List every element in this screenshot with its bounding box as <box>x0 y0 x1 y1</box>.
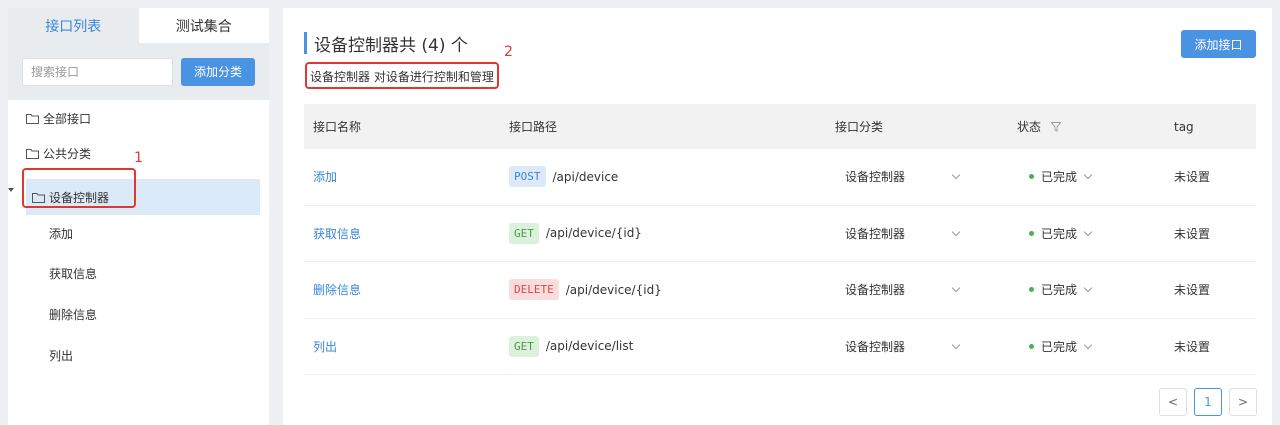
sidebar: 接口列表 测试集合 添加分类 全部接口 公共分类 设备控制器 添加 获取信息 删… <box>8 8 269 425</box>
annotation-box-1 <box>22 168 136 208</box>
method-badge: GET <box>509 222 539 244</box>
page-button-current[interactable]: 1 <box>1194 388 1222 416</box>
tag-value: 未设置 <box>1174 170 1211 185</box>
chevron-down-icon <box>1083 227 1093 236</box>
status-value: 已完成 <box>1041 170 1078 185</box>
tree-leaf-list[interactable]: 列出 <box>49 343 73 367</box>
add-category-button[interactable]: 添加分类 <box>181 57 255 86</box>
chevron-down-icon <box>951 284 961 293</box>
table-row: 删除信息 DELETE /api/device/{id} 设备控制器 已完成 未… <box>304 262 1256 319</box>
status-value: 已完成 <box>1041 226 1078 241</box>
sidebar-tabs: 接口列表 测试集合 <box>8 8 269 43</box>
column-header-category: 接口分类 <box>835 120 884 134</box>
tag-value: 未设置 <box>1174 339 1211 354</box>
status-dot-icon <box>1029 287 1034 293</box>
tree-node-label: 全部接口 <box>43 111 92 126</box>
next-page-button[interactable]: > <box>1229 388 1257 416</box>
status-value: 已完成 <box>1041 339 1078 354</box>
annotation-number-1: 1 <box>134 150 143 166</box>
api-name-link[interactable]: 添加 <box>313 170 337 184</box>
category-select[interactable]: 设备控制器 <box>826 225 1008 242</box>
category-select[interactable]: 设备控制器 <box>826 168 1008 185</box>
status-select[interactable]: 已完成 <box>1008 225 1165 242</box>
chevron-down-icon <box>1083 340 1093 349</box>
chevron-down-icon <box>951 340 961 349</box>
chevron-down-icon <box>1083 284 1093 293</box>
api-name-link[interactable]: 获取信息 <box>313 227 361 241</box>
method-badge: POST <box>509 166 546 188</box>
tree-node-label: 公共分类 <box>43 146 92 161</box>
column-header-name: 接口名称 <box>313 120 362 134</box>
status-value: 已完成 <box>1041 283 1078 298</box>
folder-icon <box>26 113 39 124</box>
category-select[interactable]: 设备控制器 <box>826 338 1008 355</box>
tab-test-collection[interactable]: 测试集合 <box>138 8 269 43</box>
column-header-status-label: 状态 <box>1017 120 1042 134</box>
tag-value: 未设置 <box>1174 226 1211 241</box>
tree-node-public[interactable]: 公共分类 <box>26 135 91 171</box>
api-name-link[interactable]: 列出 <box>313 340 337 354</box>
api-table: 接口名称 接口路径 接口分类 状态 tag 添加 POST /api/devic… <box>304 104 1256 375</box>
status-select[interactable]: 已完成 <box>1008 168 1165 185</box>
column-header-status: 状态 <box>1008 118 1165 135</box>
status-dot-icon <box>1029 230 1034 236</box>
category-select-value: 设备控制器 <box>845 170 906 185</box>
category-select-value: 设备控制器 <box>845 226 906 241</box>
column-header-path: 接口路径 <box>509 120 558 134</box>
column-header-tag: tag <box>1174 119 1194 134</box>
table-row: 添加 POST /api/device 设备控制器 已完成 未设置 <box>304 149 1256 206</box>
annotation-box-2 <box>305 62 499 89</box>
page-title: 设备控制器共 (4) 个 <box>304 32 468 56</box>
status-dot-icon <box>1029 174 1034 180</box>
prev-page-button[interactable]: < <box>1159 388 1187 416</box>
category-select[interactable]: 设备控制器 <box>826 281 1008 298</box>
chevron-down-icon <box>1083 171 1093 180</box>
add-api-button[interactable]: 添加接口 <box>1181 30 1256 58</box>
table-row: 列出 GET /api/device/list 设备控制器 已完成 未设置 <box>304 319 1256 375</box>
tab-api-list[interactable]: 接口列表 <box>8 8 139 43</box>
method-badge: GET <box>509 335 539 357</box>
annotation-number-2: 2 <box>504 44 513 60</box>
table-row: 获取信息 GET /api/device/{id} 设备控制器 已完成 未设置 <box>304 206 1256 262</box>
chevron-down-icon <box>951 171 961 180</box>
api-path: /api/device <box>552 169 619 184</box>
chevron-down-icon <box>951 227 961 236</box>
category-select-value: 设备控制器 <box>845 339 906 354</box>
tree-node-all[interactable]: 全部接口 <box>26 100 91 136</box>
folder-icon <box>26 148 39 159</box>
search-input[interactable] <box>22 57 173 86</box>
search-row: 添加分类 <box>8 43 269 100</box>
caret-down-icon[interactable] <box>8 188 14 192</box>
status-select[interactable]: 已完成 <box>1008 281 1165 298</box>
method-badge: DELETE <box>509 279 559 301</box>
tag-value: 未设置 <box>1174 283 1211 298</box>
pagination: < 1 > <box>1159 388 1257 416</box>
filter-icon[interactable] <box>1051 121 1062 132</box>
status-select[interactable]: 已完成 <box>1008 338 1165 355</box>
api-path: /api/device/{id} <box>565 282 662 297</box>
api-path: /api/device/list <box>545 339 634 354</box>
category-select-value: 设备控制器 <box>845 283 906 298</box>
tree-leaf-delete-info[interactable]: 删除信息 <box>49 302 97 326</box>
table-header: 接口名称 接口路径 接口分类 状态 tag <box>304 104 1256 149</box>
status-dot-icon <box>1029 343 1034 349</box>
api-path: /api/device/{id} <box>545 226 642 241</box>
api-name-link[interactable]: 删除信息 <box>313 283 361 297</box>
tree-leaf-add[interactable]: 添加 <box>49 221 73 245</box>
tree-leaf-get-info[interactable]: 获取信息 <box>49 261 97 285</box>
